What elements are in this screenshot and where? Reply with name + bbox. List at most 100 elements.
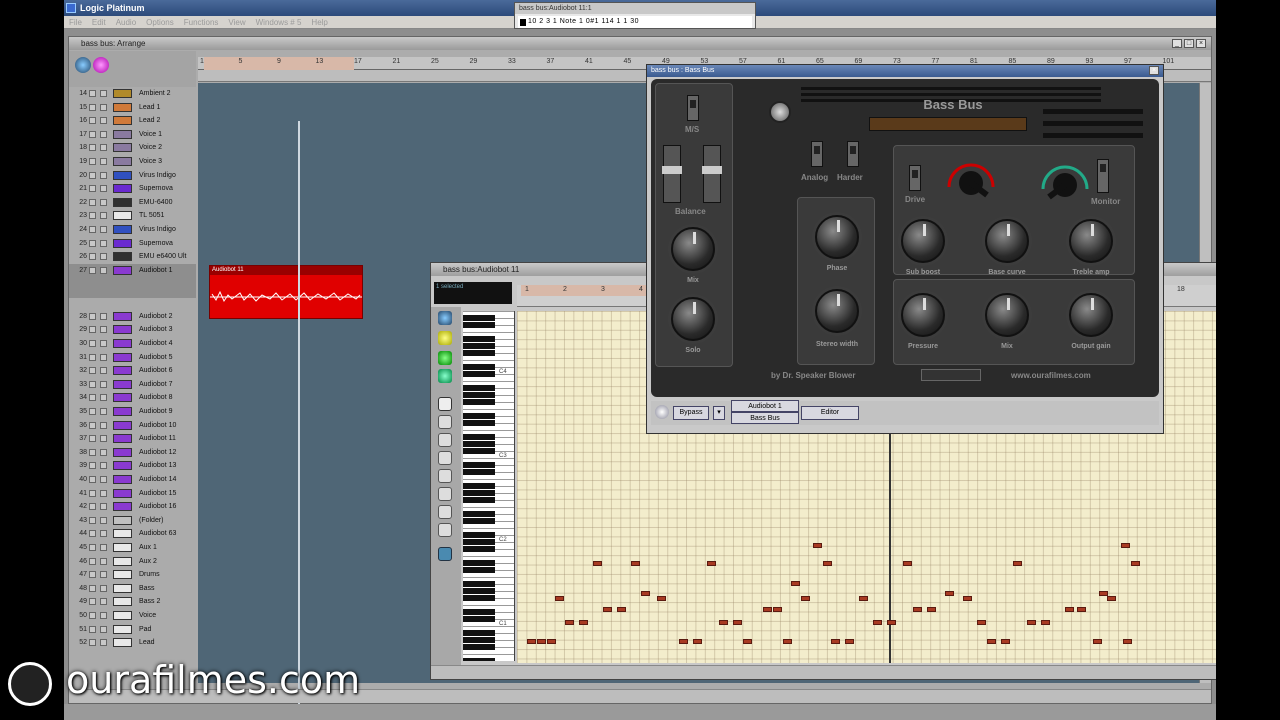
mute-toggle[interactable] [89, 312, 96, 320]
track-row[interactable]: 48 Bass [69, 582, 196, 595]
midi-note[interactable] [859, 596, 868, 601]
track-row[interactable]: 38 Audiobot 12 [69, 446, 196, 459]
stop-icon[interactable] [520, 19, 526, 26]
mix-knob[interactable] [671, 227, 715, 271]
track-row[interactable]: 21 Supernova [69, 182, 196, 195]
black-key[interactable] [463, 371, 495, 377]
white-key[interactable] [463, 458, 514, 459]
white-key[interactable] [463, 381, 514, 382]
midi-note[interactable] [565, 620, 574, 625]
solo-toggle[interactable] [100, 353, 107, 361]
solo-toggle[interactable] [100, 90, 107, 97]
ms-switch[interactable] [687, 95, 699, 121]
mute-toggle[interactable] [89, 130, 96, 138]
track-row[interactable]: 35 Audiobot 9 [69, 405, 196, 418]
track-row[interactable]: 23 TL 5051 [69, 209, 196, 222]
midi-out-icon[interactable] [438, 331, 452, 345]
black-key[interactable] [463, 399, 495, 405]
white-key[interactable] [463, 626, 514, 627]
midi-note[interactable] [555, 596, 564, 601]
solo-toggle[interactable] [100, 171, 107, 179]
mute-toggle[interactable] [89, 571, 96, 579]
playhead[interactable] [298, 121, 300, 720]
black-key[interactable] [463, 567, 495, 573]
track-select[interactable]: Audiobot 1 [731, 400, 799, 412]
solo-toggle[interactable] [100, 117, 107, 125]
phase-knob[interactable] [815, 215, 859, 259]
black-key[interactable] [463, 532, 495, 538]
mute-toggle[interactable] [89, 171, 96, 179]
track-row[interactable]: 17 Voice 1 [69, 128, 196, 141]
midi-note[interactable] [733, 620, 742, 625]
white-key[interactable] [463, 507, 514, 508]
zoom-tool-icon[interactable] [438, 523, 452, 537]
midi-note[interactable] [913, 607, 922, 612]
bypass-menu-button[interactable]: ▾ [713, 406, 725, 420]
mute-toggle[interactable] [89, 489, 96, 497]
mute-toggle[interactable] [89, 612, 96, 619]
white-key[interactable] [463, 430, 514, 431]
midi-note[interactable] [631, 561, 640, 566]
black-key[interactable] [463, 630, 495, 636]
track-row[interactable]: 49 Bass 2 [69, 595, 196, 608]
midi-note[interactable] [617, 607, 626, 612]
mute-toggle[interactable] [89, 117, 96, 125]
track-row[interactable]: 29 Audiobot 3 [69, 323, 196, 336]
solo-toggle[interactable] [100, 571, 107, 579]
black-key[interactable] [463, 497, 495, 503]
mute-tool-icon[interactable] [438, 505, 452, 519]
black-key[interactable] [463, 462, 495, 468]
solo-knob[interactable] [671, 297, 715, 341]
midi-note[interactable] [743, 639, 752, 644]
solo-toggle[interactable] [100, 158, 107, 165]
mute-toggle[interactable] [89, 266, 96, 274]
treble-amp-knob[interactable] [1069, 219, 1113, 263]
track-row[interactable]: 36 Audiobot 10 [69, 419, 196, 432]
midi-note[interactable] [823, 561, 832, 566]
solo-toggle[interactable] [100, 584, 107, 592]
preset-field[interactable] [921, 369, 981, 381]
white-key[interactable] [463, 360, 514, 361]
solo-toggle[interactable] [100, 212, 107, 220]
midi-note[interactable] [791, 581, 800, 586]
solo-toggle[interactable] [100, 503, 107, 511]
maximize-icon[interactable]: □ [1184, 39, 1194, 48]
track-row[interactable]: 16 Lead 2 [69, 114, 196, 127]
pointer-tool-icon[interactable] [438, 397, 452, 411]
midi-note[interactable] [763, 607, 772, 612]
midi-note[interactable] [845, 639, 854, 644]
harder-switch[interactable] [847, 141, 859, 167]
track-row[interactable]: 14 Ambient 2 [69, 87, 196, 100]
black-key[interactable] [463, 581, 495, 587]
menu-item-options[interactable]: Options [141, 16, 179, 29]
black-key[interactable] [463, 322, 495, 328]
arrange-titlebar[interactable]: bass bus: Arrange _ □ × [69, 37, 1211, 50]
black-key[interactable] [463, 588, 495, 594]
white-key[interactable] [463, 528, 514, 529]
mute-toggle[interactable] [89, 198, 96, 206]
mute-toggle[interactable] [89, 239, 96, 247]
editor-button[interactable]: Editor [801, 406, 859, 420]
midi-note[interactable] [977, 620, 986, 625]
mute-toggle[interactable] [89, 598, 96, 606]
black-key[interactable] [463, 616, 495, 622]
track-row[interactable]: 52 Lead [69, 636, 196, 649]
mute-toggle[interactable] [89, 253, 96, 261]
pressure-knob[interactable] [901, 293, 945, 337]
midi-note[interactable] [783, 639, 792, 644]
track-row[interactable]: 47 Drums [69, 568, 196, 581]
solo-toggle[interactable] [100, 421, 107, 429]
solo-toggle[interactable] [100, 462, 107, 470]
menu-item-edit[interactable]: Edit [87, 16, 111, 29]
menu-item-functions[interactable]: Functions [179, 16, 224, 29]
black-key[interactable] [463, 413, 495, 419]
midi-note[interactable] [1001, 639, 1010, 644]
mute-toggle[interactable] [89, 544, 96, 551]
midi-note[interactable] [537, 639, 546, 644]
mute-toggle[interactable] [89, 144, 96, 152]
midi-note[interactable] [1131, 561, 1140, 566]
hyper-draw-icon[interactable] [438, 547, 452, 561]
plugin-titlebar[interactable]: bass bus : Bass Bus × [647, 65, 1163, 77]
midi-note[interactable] [657, 596, 666, 601]
mute-toggle[interactable] [89, 185, 96, 193]
